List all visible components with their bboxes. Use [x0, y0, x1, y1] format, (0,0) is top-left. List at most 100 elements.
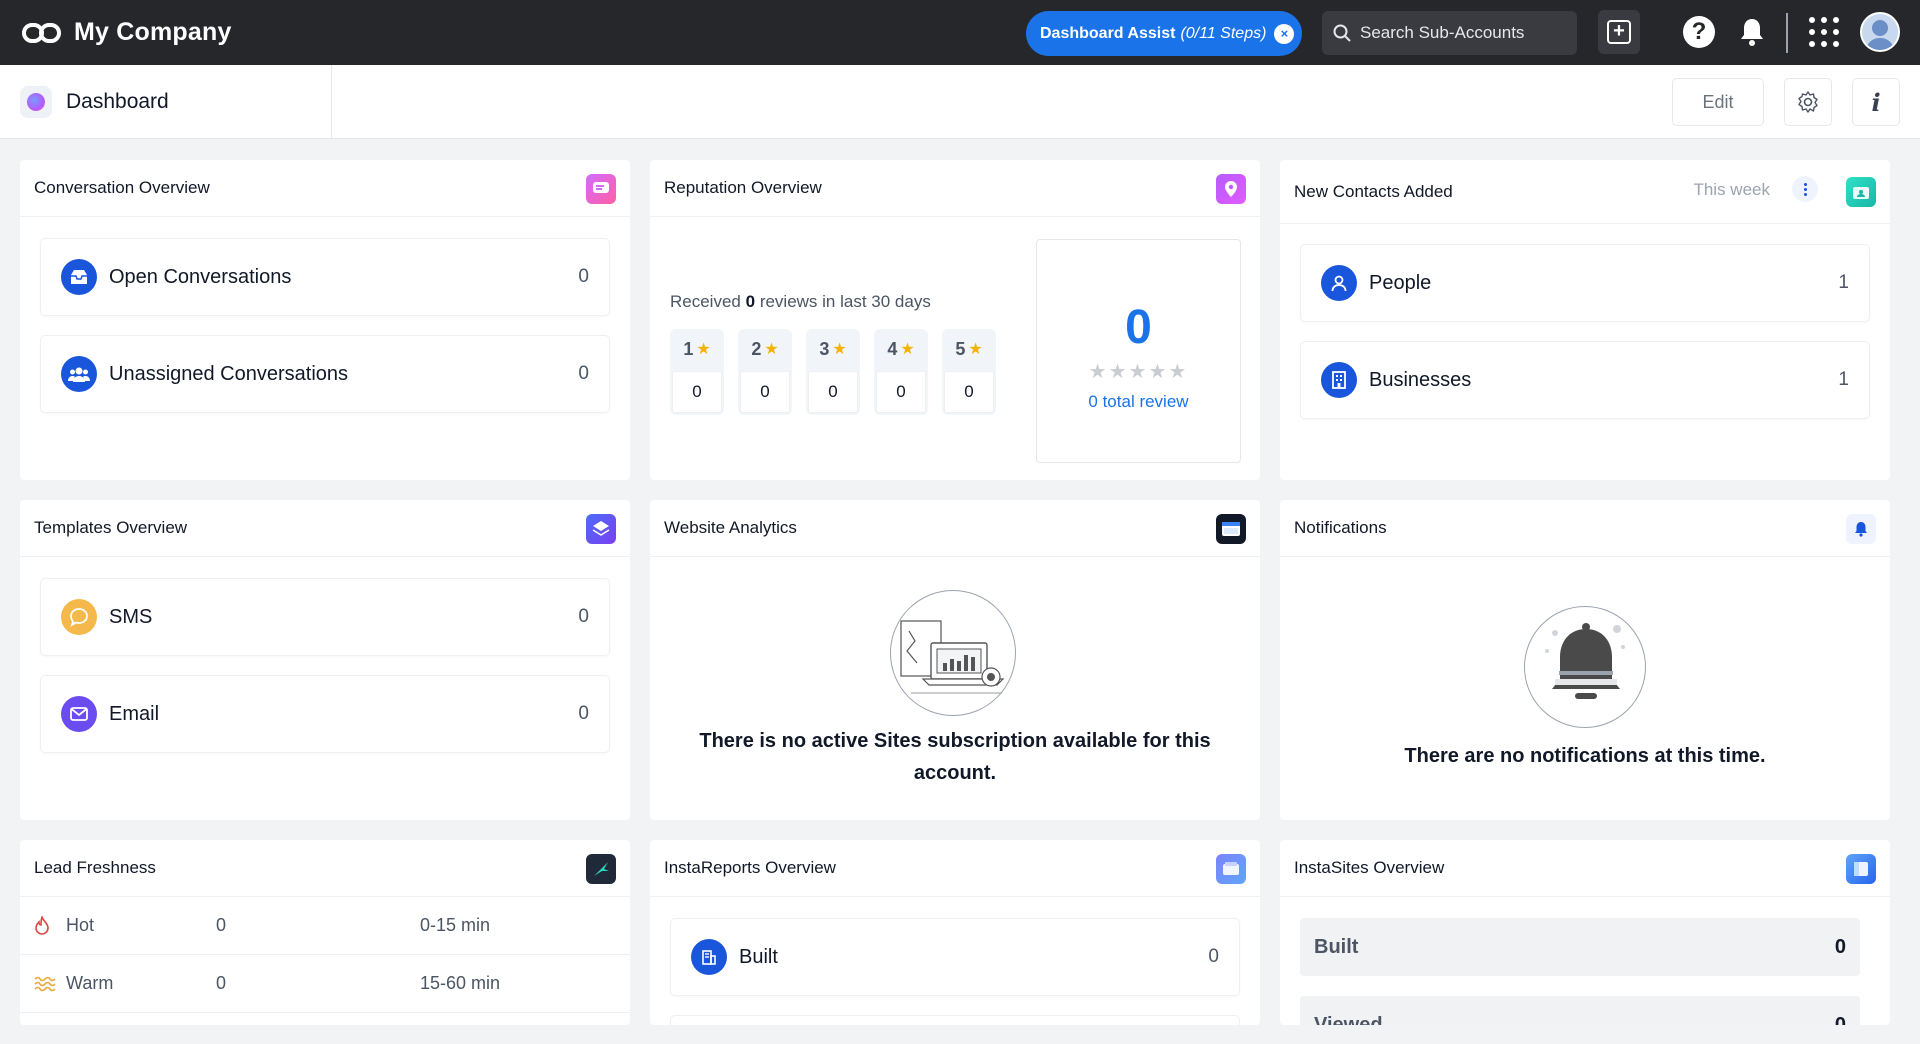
- gear-icon: [1798, 91, 1818, 113]
- lead-value: 0: [216, 973, 227, 993]
- card-header: Conversation Overview: [20, 160, 630, 217]
- reports-built-row[interactable]: Built 0: [670, 918, 1240, 996]
- sites-viewed-row[interactable]: Viewed 0: [1300, 996, 1860, 1025]
- rating-count: 0: [672, 371, 722, 413]
- card-title: InstaReports Overview: [664, 858, 836, 877]
- rating-3-star: 3 ★ 0: [806, 329, 860, 415]
- plus-icon: +: [1607, 20, 1631, 44]
- star-icon: ★: [968, 341, 983, 358]
- rating-label: 2: [751, 338, 762, 359]
- reports-next-row[interactable]: [670, 1015, 1240, 1025]
- analytics-illustration: [890, 590, 1016, 716]
- row-label: Unassigned Conversations: [109, 362, 349, 385]
- card-header: Website Analytics: [650, 500, 1260, 557]
- lead-range: 0-15 min: [420, 915, 491, 935]
- lead-row-warm: Warm 0 15-60 min: [20, 955, 630, 1013]
- inbox-icon: [61, 259, 97, 295]
- waves-icon: [34, 975, 58, 993]
- rating-count: 0: [808, 371, 858, 413]
- unassigned-conversations-row[interactable]: Unassigned Conversations 0: [40, 335, 610, 413]
- card-header: New Contacts Added This week: [1280, 160, 1890, 224]
- notifications-illustration: [1524, 606, 1646, 728]
- email-row[interactable]: Email 0: [40, 675, 610, 753]
- dashboard-assist-steps: (0/11 Steps): [1180, 24, 1267, 42]
- reputation-overview-card: Reputation Overview Received 0 reviews i…: [650, 160, 1260, 480]
- bell-icon: [1741, 19, 1763, 46]
- lead-row-hot: Hot 0 0-15 min: [20, 897, 630, 955]
- flame-icon: [34, 915, 58, 936]
- dashboard-assist-button[interactable]: Dashboard Assist (0/11 Steps) ×: [1026, 11, 1302, 56]
- bell-icon: [1846, 514, 1876, 544]
- sms-row[interactable]: SMS 0: [40, 578, 610, 656]
- grid-icon: [1809, 17, 1839, 47]
- sites-built-row[interactable]: Built 0: [1300, 918, 1860, 976]
- location-pin-icon: [1216, 174, 1246, 204]
- rating-1-star: 1 ★ 0: [670, 329, 724, 415]
- reviews-prefix: Received: [670, 292, 741, 311]
- settings-button[interactable]: [1784, 78, 1832, 126]
- card-header: Reputation Overview: [650, 160, 1260, 217]
- info-button[interactable]: i: [1852, 78, 1900, 126]
- period-filter[interactable]: This week: [1693, 180, 1770, 200]
- row-value: 0: [578, 703, 589, 724]
- edit-button[interactable]: Edit: [1672, 78, 1764, 126]
- star-icon: ★: [832, 341, 847, 358]
- row-label: SMS: [109, 605, 153, 628]
- conversation-overview-card: Conversation Overview Open Conversations…: [20, 160, 630, 480]
- card-title: New Contacts Added: [1294, 181, 1453, 201]
- card-header: Lead Freshness: [20, 840, 630, 897]
- card-title: InstaSites Overview: [1294, 858, 1445, 877]
- row-value: 0: [1208, 946, 1219, 967]
- lead-freshness-card: Lead Freshness Hot 0 0-15 min Warm 0 15-…: [20, 840, 630, 1025]
- report-building-icon: [691, 939, 727, 975]
- row-value: 0: [578, 363, 589, 384]
- sms-icon: [61, 599, 97, 635]
- avatar[interactable]: [1860, 12, 1900, 52]
- row-value: 0: [578, 266, 589, 287]
- star-icon: ★: [900, 341, 915, 358]
- envelope-icon: [61, 696, 97, 732]
- lead-label: Hot: [66, 915, 95, 935]
- empty-state-message: There are no notifications at this time.: [1404, 745, 1766, 767]
- reviews-suffix: reviews in last 30 days: [759, 292, 931, 311]
- reports-icon: [1216, 854, 1246, 884]
- site-label: Viewed: [1314, 1013, 1383, 1026]
- company-logo[interactable]: My Company: [22, 18, 232, 47]
- empty-stars-icon: ★★★★★: [1088, 361, 1189, 383]
- businesses-row[interactable]: Businesses 1: [1300, 341, 1870, 419]
- open-conversations-row[interactable]: Open Conversations 0: [40, 238, 610, 316]
- people-row[interactable]: People 1: [1300, 244, 1870, 322]
- rating-5-star: 5 ★ 0: [942, 329, 996, 415]
- row-value: 1: [1838, 272, 1849, 293]
- logo-icon: [22, 21, 66, 45]
- instasites-overview-card: InstaSites Overview Built 0 Viewed 0: [1280, 840, 1890, 1025]
- star-icon: ★: [764, 341, 779, 358]
- rating-4-star: 4 ★ 0: [874, 329, 928, 415]
- layers-icon: [586, 514, 616, 544]
- sites-icon: [1846, 854, 1876, 884]
- apps-menu-button[interactable]: [1802, 10, 1846, 54]
- website-analytics-card: Website Analytics There is no active Sit…: [650, 500, 1260, 820]
- lead-range: 15-60 min: [420, 973, 501, 993]
- contacts-icon: [1846, 177, 1876, 207]
- close-icon[interactable]: ×: [1274, 23, 1295, 44]
- help-icon: ?: [1683, 16, 1715, 48]
- search-box[interactable]: [1322, 11, 1577, 55]
- total-reviews-value: 0: [1125, 301, 1152, 354]
- rating-label: 1: [683, 338, 694, 359]
- instareports-overview-card: InstaReports Overview Built 0: [650, 840, 1260, 1025]
- card-header: InstaSites Overview: [1280, 840, 1890, 897]
- search-input[interactable]: [1360, 23, 1560, 43]
- quick-add-button[interactable]: +: [1598, 10, 1640, 54]
- notifications-button[interactable]: [1732, 10, 1772, 54]
- more-options-icon[interactable]: [1792, 176, 1818, 202]
- user-avatar-icon: [1865, 20, 1895, 50]
- card-header: Templates Overview: [20, 500, 630, 557]
- page-title: Dashboard: [66, 90, 169, 113]
- card-header: InstaReports Overview: [650, 840, 1260, 897]
- help-button[interactable]: ?: [1679, 10, 1719, 54]
- top-bar: My Company Dashboard Assist (0/11 Steps)…: [0, 0, 1920, 65]
- browser-window-icon: [1216, 514, 1246, 544]
- total-reviews-link[interactable]: 0 total review: [1037, 392, 1240, 412]
- card-title: Lead Freshness: [34, 858, 156, 877]
